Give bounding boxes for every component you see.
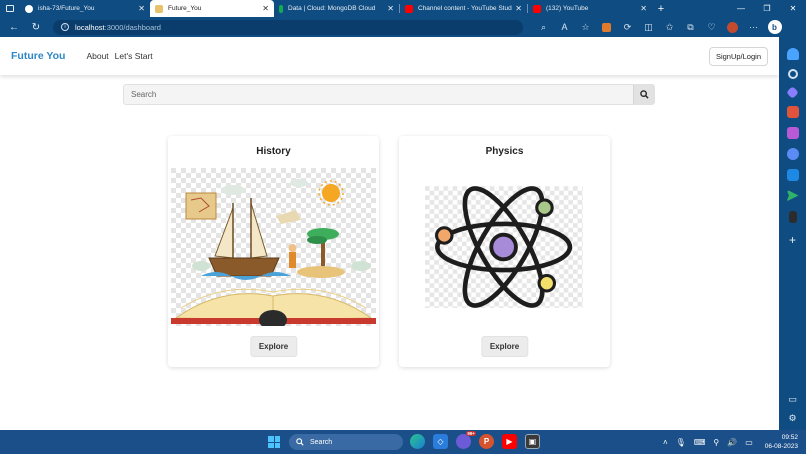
close-icon[interactable]: ✕ [640, 4, 647, 13]
address-toolbar: ← ↻ i localhost:3000/dashboard ⌕ A ☆ ⟳ ◫… [0, 17, 806, 37]
brand-logo[interactable]: Future You [11, 50, 65, 62]
search-button[interactable] [633, 85, 654, 104]
extension-icon[interactable] [596, 20, 617, 34]
hide-sidebar-icon[interactable]: ▭ [788, 394, 797, 405]
collections-icon[interactable]: ⧉ [680, 20, 701, 34]
tab-future-you[interactable]: Future_You ✕ [150, 0, 274, 17]
signup-login-button[interactable]: SignUp/Login [708, 46, 768, 66]
site-info-icon[interactable]: i [61, 23, 69, 31]
explore-button-history[interactable]: Explore [249, 336, 298, 357]
close-icon[interactable]: ✕ [515, 4, 522, 13]
tab-youtube[interactable]: (132) YouTube ✕ [528, 0, 652, 17]
refresh-page-icon[interactable]: ⟳ [617, 20, 638, 34]
notification-badge: 99+ [466, 431, 476, 436]
edge-sidebar: + ▭ ⚙ [779, 37, 806, 430]
tab-mongodb[interactable]: Data | Cloud: MongoDB Cloud ✕ [274, 0, 399, 17]
minimize-icon[interactable]: — [728, 0, 754, 17]
browser-tab-strip: isha-73/Future_You ✕ Future_You ✕ Data |… [0, 0, 806, 17]
tab-github[interactable]: isha-73/Future_You ✕ [20, 0, 150, 17]
sidebar-settings-icon[interactable]: ⚙ [788, 413, 796, 424]
close-window-icon[interactable]: ✕ [780, 0, 806, 17]
add-sidebar-app-icon[interactable]: + [789, 233, 796, 247]
clock[interactable]: 09:52 06-08-2023 [765, 433, 798, 451]
tools-icon[interactable] [786, 105, 799, 118]
microsoft365-icon[interactable] [786, 147, 799, 160]
volume-icon[interactable]: 🔊 [727, 438, 737, 447]
search-icon[interactable] [787, 68, 798, 79]
battery-icon[interactable]: ▭ [745, 438, 753, 447]
new-tab-button[interactable]: + [652, 3, 670, 15]
search-icon [639, 90, 649, 99]
discord-taskbar-icon[interactable]: 99+ [456, 431, 476, 449]
language-icon[interactable]: ⌨ [694, 438, 706, 447]
clock-time: 09:52 [781, 434, 798, 441]
close-icon[interactable]: ✕ [387, 4, 394, 13]
back-icon[interactable]: ← [3, 22, 25, 33]
bell-icon[interactable] [786, 47, 799, 60]
address-bar[interactable]: i localhost:3000/dashboard [53, 19, 523, 35]
system-tray: ˄ 🎙 ⌨ ⚲ 🔊 ▭ 09:52 06-08-2023 [659, 430, 798, 454]
atom-illustration [425, 186, 583, 308]
chevron-up-icon[interactable]: ˄ [663, 438, 668, 447]
react-icon [155, 4, 163, 13]
tab-youtube-studio[interactable]: Channel content - YouTube Studio ✕ [400, 0, 527, 17]
close-icon[interactable]: ✕ [138, 4, 145, 13]
edge-taskbar-icon[interactable] [410, 434, 425, 449]
taskbar-search-label: Search [310, 438, 333, 446]
outlook-icon[interactable] [786, 168, 799, 181]
taskbar-search[interactable]: Search [289, 434, 403, 450]
close-icon[interactable]: ✕ [262, 4, 269, 13]
search-bar [123, 84, 655, 105]
url-host: localhost [75, 22, 105, 32]
search-input[interactable] [124, 90, 633, 99]
games-icon[interactable] [786, 126, 799, 139]
window-controls: — ❐ ✕ [728, 0, 806, 17]
clock-date: 06-08-2023 [764, 443, 798, 450]
powerpoint-taskbar-icon[interactable]: P [479, 434, 494, 449]
youtube-icon [405, 4, 413, 13]
nav-about[interactable]: About [86, 51, 108, 61]
sidebar-bottom: ▭ ⚙ [788, 394, 797, 424]
course-card-history: History Explore [168, 136, 379, 367]
send-icon[interactable] [786, 189, 799, 202]
youtube-taskbar-icon[interactable]: ▶ [502, 434, 517, 449]
url-path: :3000/dashboard [104, 22, 161, 32]
nav-lets-start[interactable]: Let's Start [115, 51, 153, 61]
search-icon [296, 438, 304, 446]
read-aloud-icon[interactable]: A [554, 20, 575, 34]
split-screen-icon[interactable]: ◫ [638, 20, 659, 34]
settings-more-icon[interactable]: ··· [743, 20, 764, 34]
favorite-star-icon[interactable]: ☆ [575, 20, 596, 34]
wifi-icon[interactable]: ⚲ [713, 438, 719, 447]
youtube-icon [533, 4, 541, 13]
phone-icon[interactable] [788, 210, 797, 223]
tab-actions-icon[interactable] [0, 0, 20, 17]
mongodb-icon [279, 4, 283, 13]
page-viewport: Future You About Let's Start SignUp/Logi… [0, 37, 779, 430]
toolbar-icons: ⌕ A ☆ ⟳ ◫ ✩ ⧉ ♡ ··· b [533, 20, 785, 34]
site-navbar: Future You About Let's Start SignUp/Logi… [0, 37, 779, 75]
github-icon [25, 4, 33, 13]
card-title: Physics [485, 146, 524, 157]
performance-icon[interactable]: ♡ [701, 20, 722, 34]
shopping-tag-icon[interactable] [786, 85, 799, 99]
app-available-icon[interactable]: ⌕ [533, 20, 554, 34]
windows-taskbar: Search ◇ 99+ P ▶ ▣ ˄ 🎙 ⌨ ⚲ 🔊 ▭ 09:52 06-… [0, 430, 806, 454]
vscode-taskbar-icon[interactable]: ◇ [433, 434, 448, 449]
card-title: History [256, 146, 291, 157]
windows-start-icon[interactable] [268, 436, 280, 448]
course-card-physics: Physics Explore [399, 136, 610, 367]
app-window-taskbar-icon[interactable]: ▣ [525, 434, 540, 449]
history-illustration [171, 168, 376, 326]
explore-button-physics[interactable]: Explore [480, 336, 529, 357]
restore-icon[interactable]: ❐ [754, 0, 780, 17]
refresh-icon[interactable]: ↻ [25, 22, 47, 33]
bing-chat-icon[interactable]: b [764, 20, 785, 34]
favorites-icon[interactable]: ✩ [659, 20, 680, 34]
profile-avatar[interactable] [722, 20, 743, 34]
microphone-icon[interactable]: 🎙 [676, 438, 686, 447]
